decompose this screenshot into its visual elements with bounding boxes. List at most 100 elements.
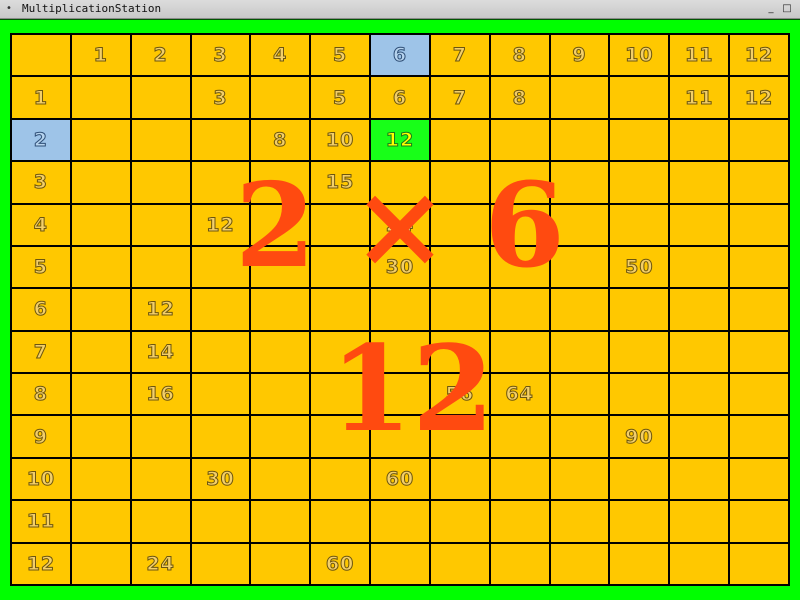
- grid-cell-5x7[interactable]: [430, 246, 489, 288]
- grid-cell-2x7[interactable]: [430, 119, 489, 161]
- grid-cell-12x6[interactable]: [371, 543, 429, 584]
- grid-cell-11x8[interactable]: [490, 501, 549, 542]
- grid-cell-5x5[interactable]: [311, 246, 370, 288]
- grid-cell-2x4[interactable]: 8: [251, 119, 310, 161]
- grid-cell-8x12[interactable]: [730, 374, 788, 415]
- grid-cell-9x10[interactable]: 90: [610, 416, 669, 457]
- grid-cell-8x7[interactable]: 56: [430, 374, 489, 415]
- grid-cell-10x4[interactable]: [251, 458, 310, 500]
- grid-cell-1x10[interactable]: [610, 77, 669, 118]
- grid-cell-5x4[interactable]: [251, 246, 310, 288]
- grid-cell-11x5[interactable]: [311, 501, 370, 542]
- grid-cell-7x2[interactable]: 14: [131, 331, 190, 373]
- grid-cell-3x1[interactable]: [71, 162, 130, 203]
- grid-cell-7x8[interactable]: [490, 331, 549, 373]
- grid-cell-4x2[interactable]: [131, 204, 190, 245]
- grid-cell-3x10[interactable]: [610, 162, 669, 203]
- grid-cell-7x3[interactable]: [191, 331, 250, 373]
- minimize-button[interactable]: _: [764, 2, 778, 16]
- grid-cell-3x12[interactable]: [730, 162, 788, 203]
- grid-cell-4x5[interactable]: [311, 204, 370, 245]
- grid-cell-10x11[interactable]: [670, 458, 729, 500]
- grid-cell-9x3[interactable]: [191, 416, 250, 457]
- grid-cell-5x11[interactable]: [670, 246, 729, 288]
- grid-cell-2x9[interactable]: [550, 119, 609, 161]
- grid-cell-4x6[interactable]: 24: [371, 204, 429, 245]
- grid-cell-10x9[interactable]: [550, 458, 609, 500]
- grid-cell-2x2[interactable]: [131, 119, 190, 161]
- grid-cell-9x2[interactable]: [131, 416, 190, 457]
- grid-cell-4x11[interactable]: [670, 204, 729, 245]
- grid-cell-7x1[interactable]: [71, 331, 130, 373]
- close-button[interactable]: □: [780, 2, 794, 16]
- grid-cell-8x11[interactable]: [670, 374, 729, 415]
- grid-cell-1x6[interactable]: 6: [371, 77, 429, 118]
- grid-cell-1x9[interactable]: [550, 77, 609, 118]
- grid-cell-10x10[interactable]: [610, 458, 669, 500]
- grid-cell-7x5[interactable]: [311, 331, 370, 373]
- grid-cell-9x12[interactable]: [730, 416, 788, 457]
- grid-cell-12x12[interactable]: [730, 543, 788, 584]
- grid-cell-11x3[interactable]: [191, 501, 250, 542]
- grid-cell-6x4[interactable]: [251, 289, 310, 330]
- grid-cell-1x3[interactable]: 3: [191, 77, 250, 118]
- grid-cell-1x1[interactable]: [71, 77, 130, 118]
- grid-cell-11x10[interactable]: [610, 501, 669, 542]
- grid-cell-1x2[interactable]: [131, 77, 190, 118]
- grid-cell-3x9[interactable]: [550, 162, 609, 203]
- grid-cell-7x9[interactable]: [550, 331, 609, 373]
- grid-cell-5x8[interactable]: [490, 246, 549, 288]
- grid-cell-2x3[interactable]: [191, 119, 250, 161]
- grid-cell-10x12[interactable]: [730, 458, 788, 500]
- grid-cell-3x2[interactable]: [131, 162, 190, 203]
- grid-cell-7x6[interactable]: [371, 331, 429, 373]
- grid-cell-6x6[interactable]: [371, 289, 429, 330]
- grid-cell-11x7[interactable]: [430, 501, 489, 542]
- window-menu-icon[interactable]: •: [6, 4, 12, 14]
- grid-cell-11x11[interactable]: [670, 501, 729, 542]
- grid-cell-11x6[interactable]: [371, 501, 429, 542]
- grid-cell-12x10[interactable]: [610, 543, 669, 584]
- grid-cell-3x11[interactable]: [670, 162, 729, 203]
- grid-cell-3x8[interactable]: [490, 162, 549, 203]
- grid-cell-11x4[interactable]: [251, 501, 310, 542]
- grid-cell-6x12[interactable]: [730, 289, 788, 330]
- grid-cell-6x11[interactable]: [670, 289, 729, 330]
- grid-cell-3x3[interactable]: [191, 162, 250, 203]
- grid-cell-4x9[interactable]: [550, 204, 609, 245]
- grid-cell-9x4[interactable]: [251, 416, 310, 457]
- grid-cell-8x2[interactable]: 16: [131, 374, 190, 415]
- grid-cell-8x5[interactable]: [311, 374, 370, 415]
- grid-cell-8x1[interactable]: [71, 374, 130, 415]
- grid-cell-10x5[interactable]: [311, 458, 370, 500]
- grid-cell-3x6[interactable]: [371, 162, 429, 203]
- grid-cell-10x1[interactable]: [71, 458, 130, 500]
- grid-cell-11x2[interactable]: [131, 501, 190, 542]
- grid-cell-6x5[interactable]: [311, 289, 370, 330]
- grid-cell-4x3[interactable]: 12: [191, 204, 250, 245]
- grid-cell-12x1[interactable]: [71, 543, 130, 584]
- grid-cell-10x7[interactable]: [430, 458, 489, 500]
- grid-cell-5x2[interactable]: [131, 246, 190, 288]
- grid-cell-12x8[interactable]: [490, 543, 549, 584]
- grid-cell-8x10[interactable]: [610, 374, 669, 415]
- grid-cell-11x12[interactable]: [730, 501, 788, 542]
- grid-cell-6x10[interactable]: [610, 289, 669, 330]
- grid-cell-1x4[interactable]: [251, 77, 310, 118]
- grid-cell-9x1[interactable]: [71, 416, 130, 457]
- grid-cell-1x8[interactable]: 8: [490, 77, 549, 118]
- grid-cell-5x10[interactable]: 50: [610, 246, 669, 288]
- grid-cell-12x3[interactable]: [191, 543, 250, 584]
- grid-cell-9x7[interactable]: [430, 416, 489, 457]
- grid-cell-5x1[interactable]: [71, 246, 130, 288]
- grid-cell-6x7[interactable]: [430, 289, 489, 330]
- grid-cell-9x5[interactable]: [311, 416, 370, 457]
- grid-cell-5x12[interactable]: [730, 246, 788, 288]
- grid-cell-4x1[interactable]: [71, 204, 130, 245]
- grid-cell-6x3[interactable]: [191, 289, 250, 330]
- grid-cell-11x9[interactable]: [550, 501, 609, 542]
- grid-cell-5x9[interactable]: [550, 246, 609, 288]
- grid-cell-6x9[interactable]: [550, 289, 609, 330]
- grid-cell-7x7[interactable]: [430, 331, 489, 373]
- grid-cell-4x7[interactable]: [430, 204, 489, 245]
